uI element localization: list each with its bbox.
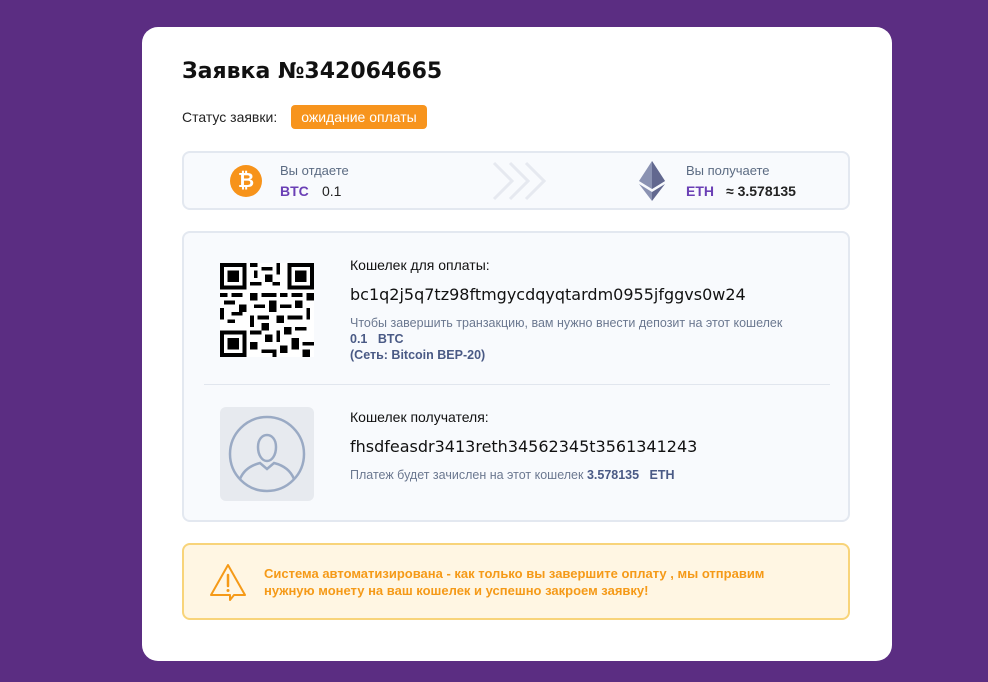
status-label: Статус заявки: xyxy=(182,109,278,125)
receiver-note-currency: ETH xyxy=(649,468,675,482)
automation-notice: Система автоматизирована - как только вы… xyxy=(182,543,850,620)
give-amount: 0.1 xyxy=(322,183,342,199)
payment-network: (Сеть: Bitcoin BEP-20) xyxy=(350,348,486,362)
warning-icon xyxy=(210,564,246,601)
notice-text: Система автоматизирована - как только вы… xyxy=(264,566,765,598)
give-label: Вы отдаете xyxy=(280,163,349,178)
payment-note-text: Чтобы завершить транзакцию, вам нужно вн… xyxy=(350,316,783,330)
wallets-panel: Кошелек для оплаты: bc1q2j5q7tz98ftmgycd… xyxy=(182,231,850,522)
receiver-note: Платеж будет зачислен на этот кошелек 3.… xyxy=(350,467,675,483)
payment-wallet-address[interactable]: bc1q2j5q7tz98ftmgycdqyqtardm0955jfggvs0w… xyxy=(350,285,746,304)
status-badge: ожидание оплаты xyxy=(291,105,427,129)
payment-note-amount: 0.1 xyxy=(350,332,368,346)
payment-note: Чтобы завершить транзакцию, вам нужно вн… xyxy=(350,315,790,363)
receiver-avatar xyxy=(220,407,314,501)
exchange-summary: ₿ Вы отдаете BTC 0.1 Вы получаете ETH ≈ … xyxy=(182,151,850,210)
page-title: Заявка №342064665 xyxy=(182,59,443,84)
divider xyxy=(204,384,830,385)
receiver-wallet-label: Кошелек получателя: xyxy=(350,409,489,425)
qr-code xyxy=(220,263,314,357)
receiver-wallet-address[interactable]: fhsdfeasdr3413reth34562345t3561341243 xyxy=(350,437,697,456)
chevrons-right-icon xyxy=(492,161,547,201)
ethereum-icon xyxy=(639,161,665,201)
get-label: Вы получаете xyxy=(686,163,770,178)
receiver-note-amount: 3.578135 xyxy=(586,468,640,482)
receiver-note-text: Платеж будет зачислен на этот кошелек xyxy=(350,468,584,482)
status-row: Статус заявки: ожидание оплаты xyxy=(182,105,427,129)
order-card: Заявка №342064665 Статус заявки: ожидани… xyxy=(142,27,892,661)
user-icon xyxy=(228,415,306,493)
bitcoin-icon: ₿ xyxy=(230,165,262,197)
get-amount: ≈ 3.578135 xyxy=(726,183,796,199)
get-currency: ETH xyxy=(686,183,714,199)
give-currency: BTC xyxy=(280,183,309,199)
payment-wallet-label: Кошелек для оплаты: xyxy=(350,257,490,273)
payment-note-currency: BTC xyxy=(377,332,404,346)
